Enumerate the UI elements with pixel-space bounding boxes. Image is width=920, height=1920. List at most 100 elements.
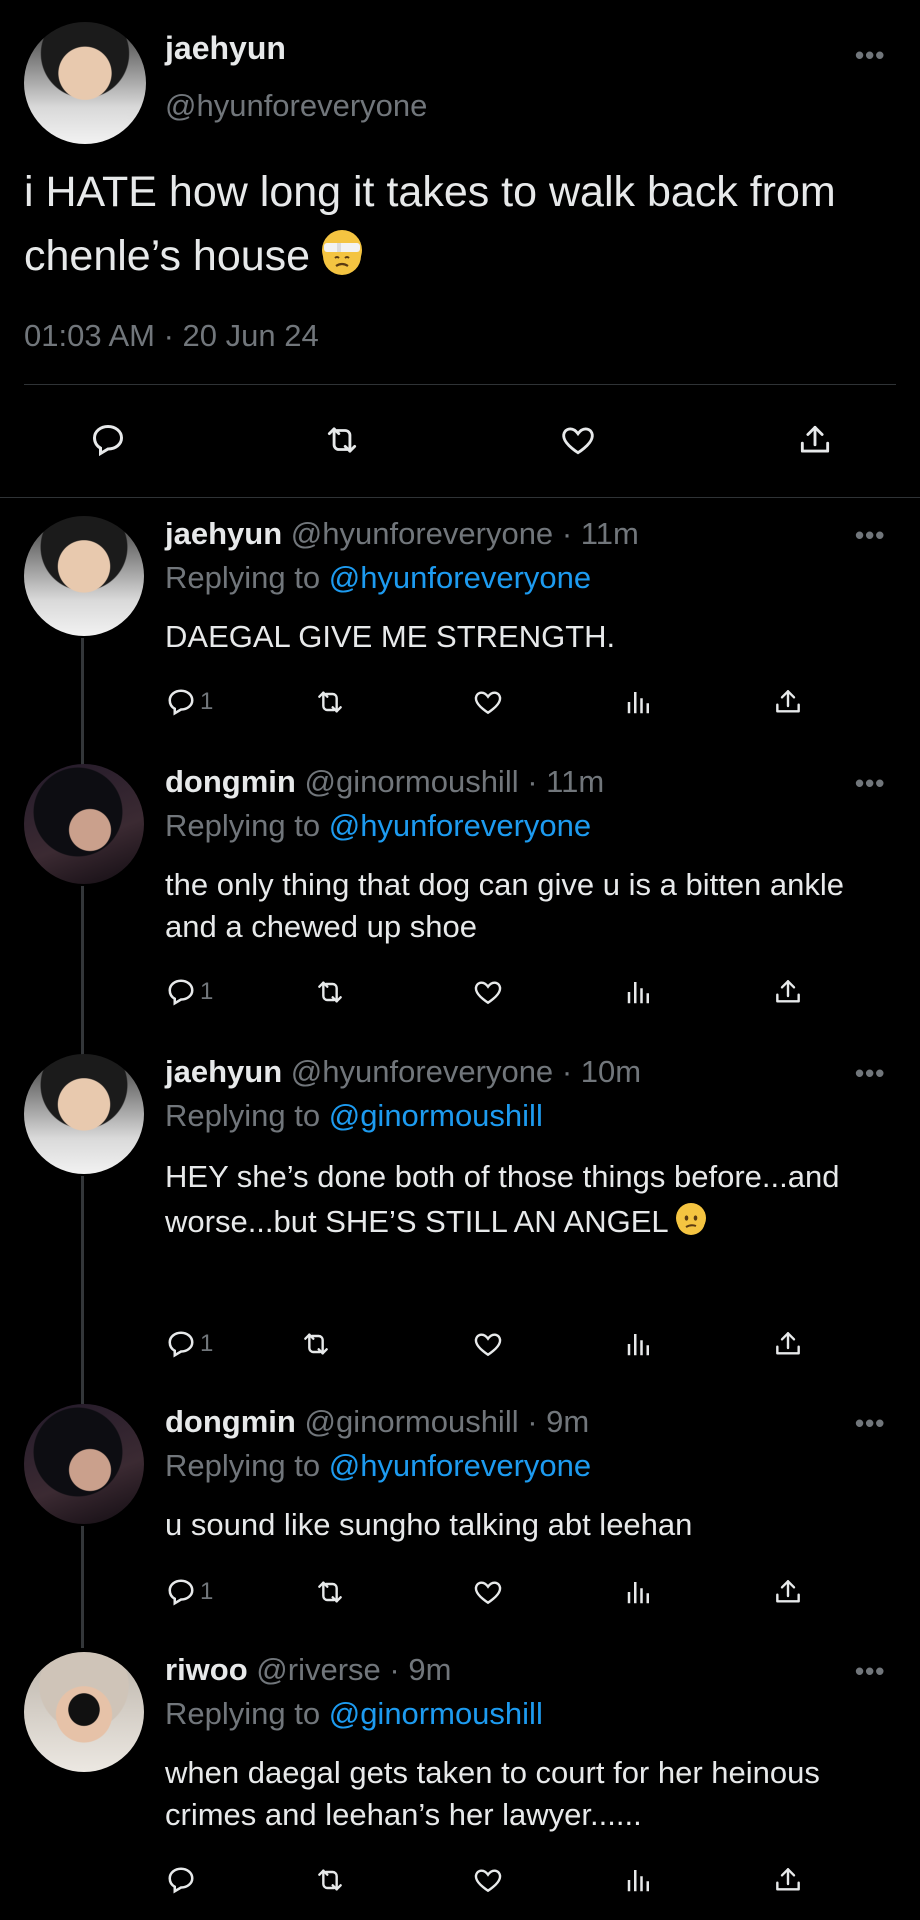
more-options-button[interactable]: •••: [855, 520, 885, 551]
separator: ·: [527, 1404, 538, 1439]
author-handle[interactable]: @hyunforeveryone: [165, 88, 427, 124]
avatar[interactable]: [24, 22, 146, 144]
retweet-button[interactable]: [314, 972, 346, 1012]
avatar[interactable]: [24, 516, 144, 636]
retweet-button[interactable]: [314, 1572, 346, 1612]
heart-icon: [474, 1333, 502, 1357]
share-button[interactable]: [772, 1324, 804, 1364]
author-name[interactable]: jaehyun: [165, 1054, 282, 1089]
mention-link[interactable]: @ginormoushill: [329, 1696, 543, 1731]
reply-button[interactable]: 1: [166, 1572, 213, 1612]
reply-actions: 1: [0, 1324, 920, 1364]
retweet-icon: [318, 691, 342, 713]
views-icon: [627, 1334, 649, 1356]
reply-button[interactable]: [78, 410, 138, 470]
like-button[interactable]: [548, 410, 608, 470]
more-options-button[interactable]: •••: [855, 1408, 885, 1439]
reply-count: 1: [200, 978, 214, 1005]
share-button[interactable]: [772, 1860, 804, 1900]
retweet-button[interactable]: [300, 1324, 332, 1364]
replying-to: Replying to @hyunforeveryone: [165, 808, 591, 844]
reply-button[interactable]: 1: [166, 682, 213, 722]
reply-button[interactable]: [166, 1860, 196, 1900]
mention-link[interactable]: @hyunforeveryone: [329, 1448, 591, 1483]
reply-actions: [0, 1860, 920, 1900]
avatar[interactable]: [24, 1652, 144, 1772]
reply-time[interactable]: 9m: [408, 1652, 451, 1687]
share-button[interactable]: [785, 410, 845, 470]
views-button[interactable]: [624, 1860, 654, 1900]
views-button[interactable]: [624, 1324, 654, 1364]
tweet-text: i HATE how long it takes to walk back fr…: [24, 160, 884, 288]
divider: [24, 384, 896, 385]
reply-icon: [168, 1867, 194, 1894]
mention-link[interactable]: @hyunforeveryone: [329, 560, 591, 595]
more-options-button[interactable]: •••: [855, 1656, 885, 1687]
share-icon: [776, 1868, 800, 1891]
heart-icon: [474, 691, 502, 715]
author-handle[interactable]: @riverse: [256, 1652, 380, 1687]
reply-time[interactable]: 9m: [546, 1404, 589, 1439]
reply-text: HEY she’s done both of those things befo…: [165, 1154, 885, 1244]
like-button[interactable]: [472, 1860, 504, 1900]
avatar[interactable]: [24, 1404, 144, 1524]
more-options-button[interactable]: •••: [855, 768, 885, 799]
mention-link[interactable]: @ginormoushill: [329, 1098, 543, 1133]
retweet-icon: [304, 1333, 328, 1355]
replying-to: Replying to @hyunforeveryone: [165, 560, 591, 596]
heart-icon: [474, 981, 502, 1005]
more-options-button[interactable]: •••: [855, 40, 885, 71]
main-tweet: jaehyun @hyunforeveryone ••• i HATE how …: [0, 0, 920, 498]
retweet-button[interactable]: [312, 410, 372, 470]
retweet-icon: [318, 1581, 342, 1603]
views-button[interactable]: [624, 682, 654, 722]
retweet-button[interactable]: [314, 682, 346, 722]
like-button[interactable]: [472, 972, 504, 1012]
share-button[interactable]: [772, 972, 804, 1012]
reply-actions: 1: [0, 1572, 920, 1612]
views-button[interactable]: [624, 972, 654, 1012]
more-options-button[interactable]: •••: [855, 1058, 885, 1089]
tweet-timestamp[interactable]: 01:03 AM · 20 Jun 24: [24, 318, 319, 354]
author-name[interactable]: dongmin: [165, 1404, 296, 1439]
tweet-text-content: i HATE how long it takes to walk back fr…: [24, 168, 836, 280]
share-button[interactable]: [772, 1572, 804, 1612]
avatar[interactable]: [24, 1054, 144, 1174]
replying-to: Replying to @hyunforeveryone: [165, 1448, 591, 1484]
author-name[interactable]: riwoo: [165, 1652, 248, 1687]
author-name[interactable]: jaehyun: [165, 516, 282, 551]
author-handle[interactable]: @hyunforeveryone: [291, 1054, 553, 1089]
views-icon: [627, 692, 649, 714]
author-handle[interactable]: @hyunforeveryone: [291, 516, 553, 551]
reply-icon: [92, 424, 124, 457]
retweet-icon: [318, 981, 342, 1003]
reply-text: u sound like sungho talking abt leehan: [165, 1507, 693, 1542]
views-icon: [627, 1870, 649, 1892]
like-button[interactable]: [472, 1324, 504, 1364]
author-handle[interactable]: @ginormoushill: [304, 1404, 518, 1439]
heart-icon: [474, 1581, 502, 1605]
share-button[interactable]: [772, 682, 804, 722]
like-button[interactable]: [472, 1572, 504, 1612]
reply-actions: 1: [0, 972, 920, 1012]
reply-time[interactable]: 10m: [581, 1054, 641, 1089]
author-name[interactable]: jaehyun: [165, 30, 286, 67]
reply-time[interactable]: 11m: [581, 516, 639, 551]
reply-header: dongmin @ginormoushill · 9m: [165, 1404, 589, 1440]
author-name[interactable]: dongmin: [165, 764, 296, 799]
share-icon: [800, 425, 830, 453]
avatar[interactable]: [24, 764, 144, 884]
reply-button[interactable]: 1: [166, 1324, 213, 1364]
views-icon: [627, 982, 649, 1004]
like-button[interactable]: [472, 682, 504, 722]
reply-count: 1: [200, 1330, 214, 1357]
replying-to: Replying to @ginormoushill: [165, 1098, 543, 1134]
reply-tweet: riwoo @riverse · 9m ••• Replying to @gin…: [0, 1652, 920, 1920]
mention-link[interactable]: @hyunforeveryone: [329, 808, 591, 843]
retweet-button[interactable]: [314, 1860, 346, 1900]
reply-time[interactable]: 11m: [546, 764, 604, 799]
author-handle[interactable]: @ginormoushill: [304, 764, 518, 799]
views-button[interactable]: [624, 1572, 654, 1612]
reply-actions: 1: [0, 682, 920, 722]
reply-button[interactable]: 1: [166, 972, 213, 1012]
